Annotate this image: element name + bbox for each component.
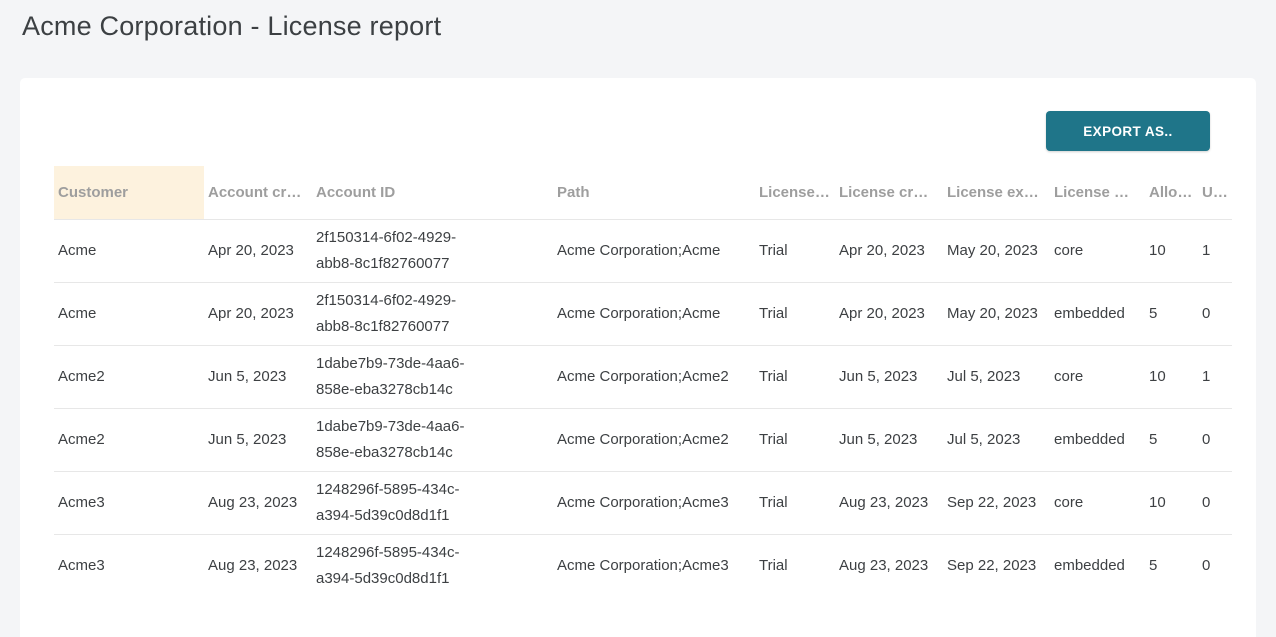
table-row: AcmeApr 20, 20232f150314-6f02-4929-abb8-…	[54, 219, 1232, 282]
cell-license-created: Apr 20, 2023	[835, 219, 943, 282]
column-header-license-model[interactable]: License …	[1050, 166, 1145, 219]
column-header-account-id[interactable]: Account ID	[312, 166, 553, 219]
cell-license-type: Trial	[755, 534, 835, 597]
cell-customer: Acme2	[54, 345, 204, 408]
page-title: Acme Corporation - License report	[22, 11, 1276, 42]
cell-account-created: Jun 5, 2023	[204, 345, 312, 408]
cell-account-id: 1dabe7b9-73de-4aa6-858e-eba3278cb14c	[312, 345, 553, 408]
cell-customer: Acme2	[54, 408, 204, 471]
column-header-path[interactable]: Path	[553, 166, 755, 219]
cell-account-id: 1248296f-5895-434c-a394-5d39c0d8d1f1	[312, 471, 553, 534]
cell-license-expiration: Jul 5, 2023	[943, 345, 1050, 408]
cell-used: 0	[1198, 534, 1232, 597]
cell-license-created: Jun 5, 2023	[835, 408, 943, 471]
cell-customer: Acme3	[54, 471, 204, 534]
cell-account-id: 1248296f-5895-434c-a394-5d39c0d8d1f1	[312, 534, 553, 597]
cell-account-id: 1dabe7b9-73de-4aa6-858e-eba3278cb14c	[312, 408, 553, 471]
table-row: Acme2Jun 5, 20231dabe7b9-73de-4aa6-858e-…	[54, 345, 1232, 408]
cell-license-expiration: Sep 22, 2023	[943, 471, 1050, 534]
cell-customer: Acme	[54, 219, 204, 282]
cell-license-created: Aug 23, 2023	[835, 534, 943, 597]
cell-used: 0	[1198, 471, 1232, 534]
cell-customer: Acme	[54, 282, 204, 345]
cell-license-model: core	[1050, 345, 1145, 408]
cell-license-model: embedded	[1050, 282, 1145, 345]
column-header-allocated[interactable]: Allo…	[1145, 166, 1198, 219]
cell-license-expiration: May 20, 2023	[943, 219, 1050, 282]
column-header-customer[interactable]: Customer	[54, 166, 204, 219]
cell-allocated: 5	[1145, 282, 1198, 345]
cell-license-type: Trial	[755, 408, 835, 471]
cell-license-type: Trial	[755, 282, 835, 345]
cell-license-created: Apr 20, 2023	[835, 282, 943, 345]
cell-allocated: 5	[1145, 408, 1198, 471]
cell-license-expiration: Jul 5, 2023	[943, 408, 1050, 471]
cell-used: 1	[1198, 345, 1232, 408]
column-header-license-expiration[interactable]: License ex…	[943, 166, 1050, 219]
table-header-row: CustomerAccount cr…Account IDPathLicense…	[54, 166, 1232, 219]
cell-allocated: 10	[1145, 345, 1198, 408]
cell-account-created: Jun 5, 2023	[204, 408, 312, 471]
column-header-account-created[interactable]: Account cr…	[204, 166, 312, 219]
cell-allocated: 10	[1145, 219, 1198, 282]
column-header-used[interactable]: U…	[1198, 166, 1232, 219]
cell-account-created: Aug 23, 2023	[204, 471, 312, 534]
cell-used: 1	[1198, 219, 1232, 282]
cell-path: Acme Corporation;Acme2	[553, 345, 755, 408]
cell-license-type: Trial	[755, 471, 835, 534]
cell-customer: Acme3	[54, 534, 204, 597]
cell-account-created: Apr 20, 2023	[204, 219, 312, 282]
cell-license-type: Trial	[755, 345, 835, 408]
cell-license-model: core	[1050, 219, 1145, 282]
cell-account-created: Aug 23, 2023	[204, 534, 312, 597]
cell-license-expiration: Sep 22, 2023	[943, 534, 1050, 597]
cell-path: Acme Corporation;Acme3	[553, 534, 755, 597]
report-card: EXPORT AS.. CustomerAccount cr…Account I…	[20, 78, 1256, 637]
export-as-button[interactable]: EXPORT AS..	[1046, 111, 1210, 151]
cell-license-expiration: May 20, 2023	[943, 282, 1050, 345]
table-row: AcmeApr 20, 20232f150314-6f02-4929-abb8-…	[54, 282, 1232, 345]
cell-path: Acme Corporation;Acme3	[553, 471, 755, 534]
cell-used: 0	[1198, 282, 1232, 345]
table-row: Acme3Aug 23, 20231248296f-5895-434c-a394…	[54, 534, 1232, 597]
table-row: Acme2Jun 5, 20231dabe7b9-73de-4aa6-858e-…	[54, 408, 1232, 471]
cell-account-id: 2f150314-6f02-4929-abb8-8c1f82760077	[312, 282, 553, 345]
cell-license-type: Trial	[755, 219, 835, 282]
cell-path: Acme Corporation;Acme	[553, 219, 755, 282]
cell-used: 0	[1198, 408, 1232, 471]
license-table: CustomerAccount cr…Account IDPathLicense…	[54, 166, 1232, 597]
cell-account-id: 2f150314-6f02-4929-abb8-8c1f82760077	[312, 219, 553, 282]
cell-license-created: Aug 23, 2023	[835, 471, 943, 534]
column-header-license-type[interactable]: License…	[755, 166, 835, 219]
table-row: Acme3Aug 23, 20231248296f-5895-434c-a394…	[54, 471, 1232, 534]
cell-path: Acme Corporation;Acme	[553, 282, 755, 345]
cell-license-created: Jun 5, 2023	[835, 345, 943, 408]
cell-license-model: embedded	[1050, 534, 1145, 597]
cell-path: Acme Corporation;Acme2	[553, 408, 755, 471]
cell-account-created: Apr 20, 2023	[204, 282, 312, 345]
cell-license-model: embedded	[1050, 408, 1145, 471]
column-header-license-created[interactable]: License cr…	[835, 166, 943, 219]
cell-allocated: 10	[1145, 471, 1198, 534]
cell-license-model: core	[1050, 471, 1145, 534]
cell-allocated: 5	[1145, 534, 1198, 597]
